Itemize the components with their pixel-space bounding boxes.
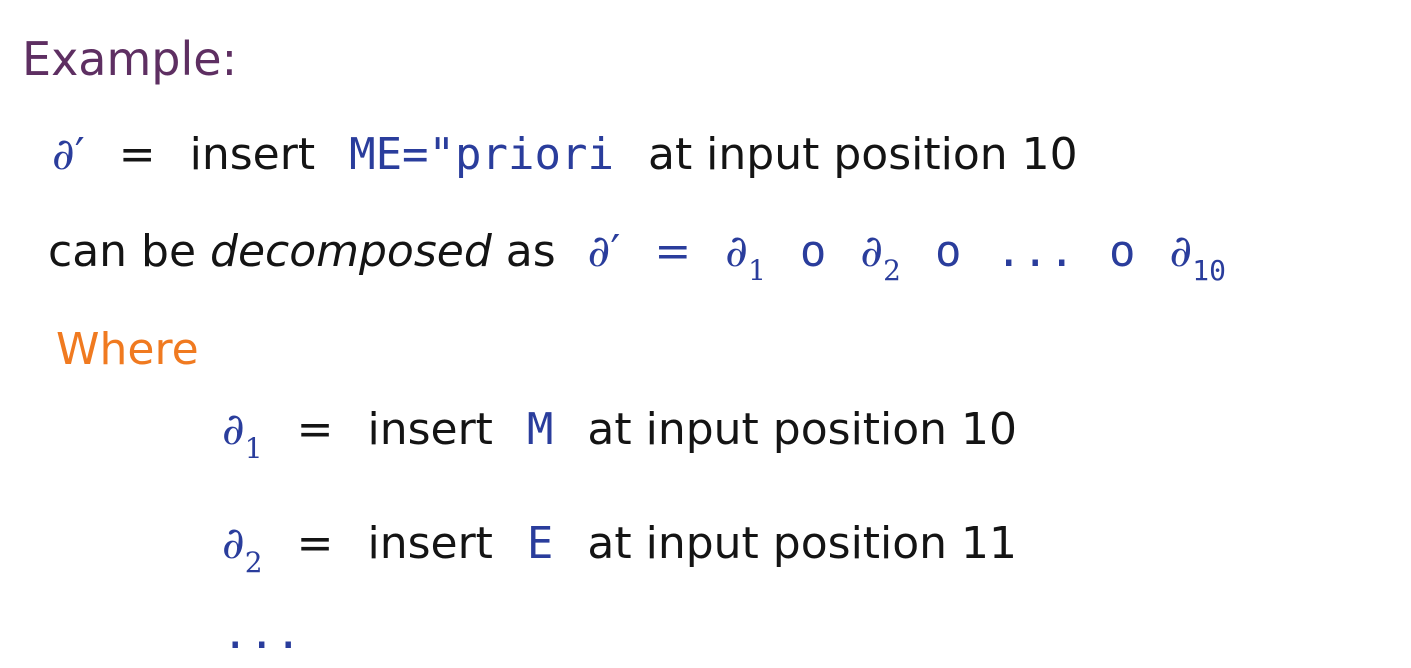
where-heading: Where	[56, 328, 199, 372]
delta-2-verb: insert	[367, 518, 493, 569]
decomposed-word: decomposed	[210, 226, 492, 277]
delta-2-subscript: 2	[244, 546, 263, 579]
delta-1-subscript: 1	[244, 432, 263, 465]
delta-2-symbol: ∂2	[222, 518, 263, 577]
delta-1-definition: ∂1 = insert Mat input position 10	[222, 408, 1017, 463]
delta-1-symbol: ∂1	[222, 404, 263, 463]
delta-1-verb: insert	[367, 404, 493, 455]
example-heading: Example:	[22, 36, 237, 82]
decomposition-line: can be decomposed as ∂′ = ∂1 o ∂2 o... o ∂10	[48, 230, 1226, 285]
delta-1-equals: =	[296, 404, 334, 455]
ellipsis-text: ...	[222, 608, 302, 659]
delta-2-position: at input position 11	[587, 518, 1018, 569]
insert-verb: insert	[189, 129, 316, 180]
inserted-string: ME="priori	[349, 129, 614, 180]
where-text: Where	[56, 324, 199, 375]
expr-ellipsis: ...	[995, 226, 1075, 277]
delta-2-equals: =	[296, 518, 334, 569]
delta-2-char: E	[526, 518, 554, 569]
decomposition-prefix: can be	[48, 226, 197, 277]
compose-operator-2: o	[934, 226, 962, 277]
expr-delta-1: ∂	[725, 226, 749, 277]
delta-2-definition: ∂2 = insert Eat input position 11	[222, 522, 1017, 577]
expr-delta-10: ∂	[1169, 226, 1193, 277]
delta-1-char: M	[526, 404, 554, 455]
example-heading-text: Example:	[22, 32, 238, 86]
delta-2-letter: ∂	[222, 518, 245, 569]
expr-sub-10: 10	[1192, 254, 1226, 287]
compose-operator-3: o	[1108, 226, 1136, 277]
compose-operator-1: o	[799, 226, 827, 277]
expr-sub-1: 1	[748, 254, 766, 287]
delta-1-position: at input position 10	[587, 404, 1018, 455]
delta-1-letter: ∂	[222, 404, 245, 455]
expr-lhs: ∂′	[587, 226, 621, 277]
position-text: at input position 10	[647, 129, 1078, 180]
as-word: as	[505, 226, 556, 277]
composition-expression: ∂′ = ∂1 o ∂2 o... o ∂10	[587, 226, 1226, 285]
equals-sign: =	[118, 129, 156, 180]
expr-equals: =	[654, 226, 692, 277]
continuation-ellipsis: ...	[222, 612, 301, 656]
definition-line: ∂′ = insert ME="priori at input position 10	[52, 133, 1078, 177]
expr-sub-2: 2	[883, 254, 901, 287]
delta-prime-symbol: ∂′	[52, 129, 85, 180]
expr-delta-2: ∂	[860, 226, 884, 277]
